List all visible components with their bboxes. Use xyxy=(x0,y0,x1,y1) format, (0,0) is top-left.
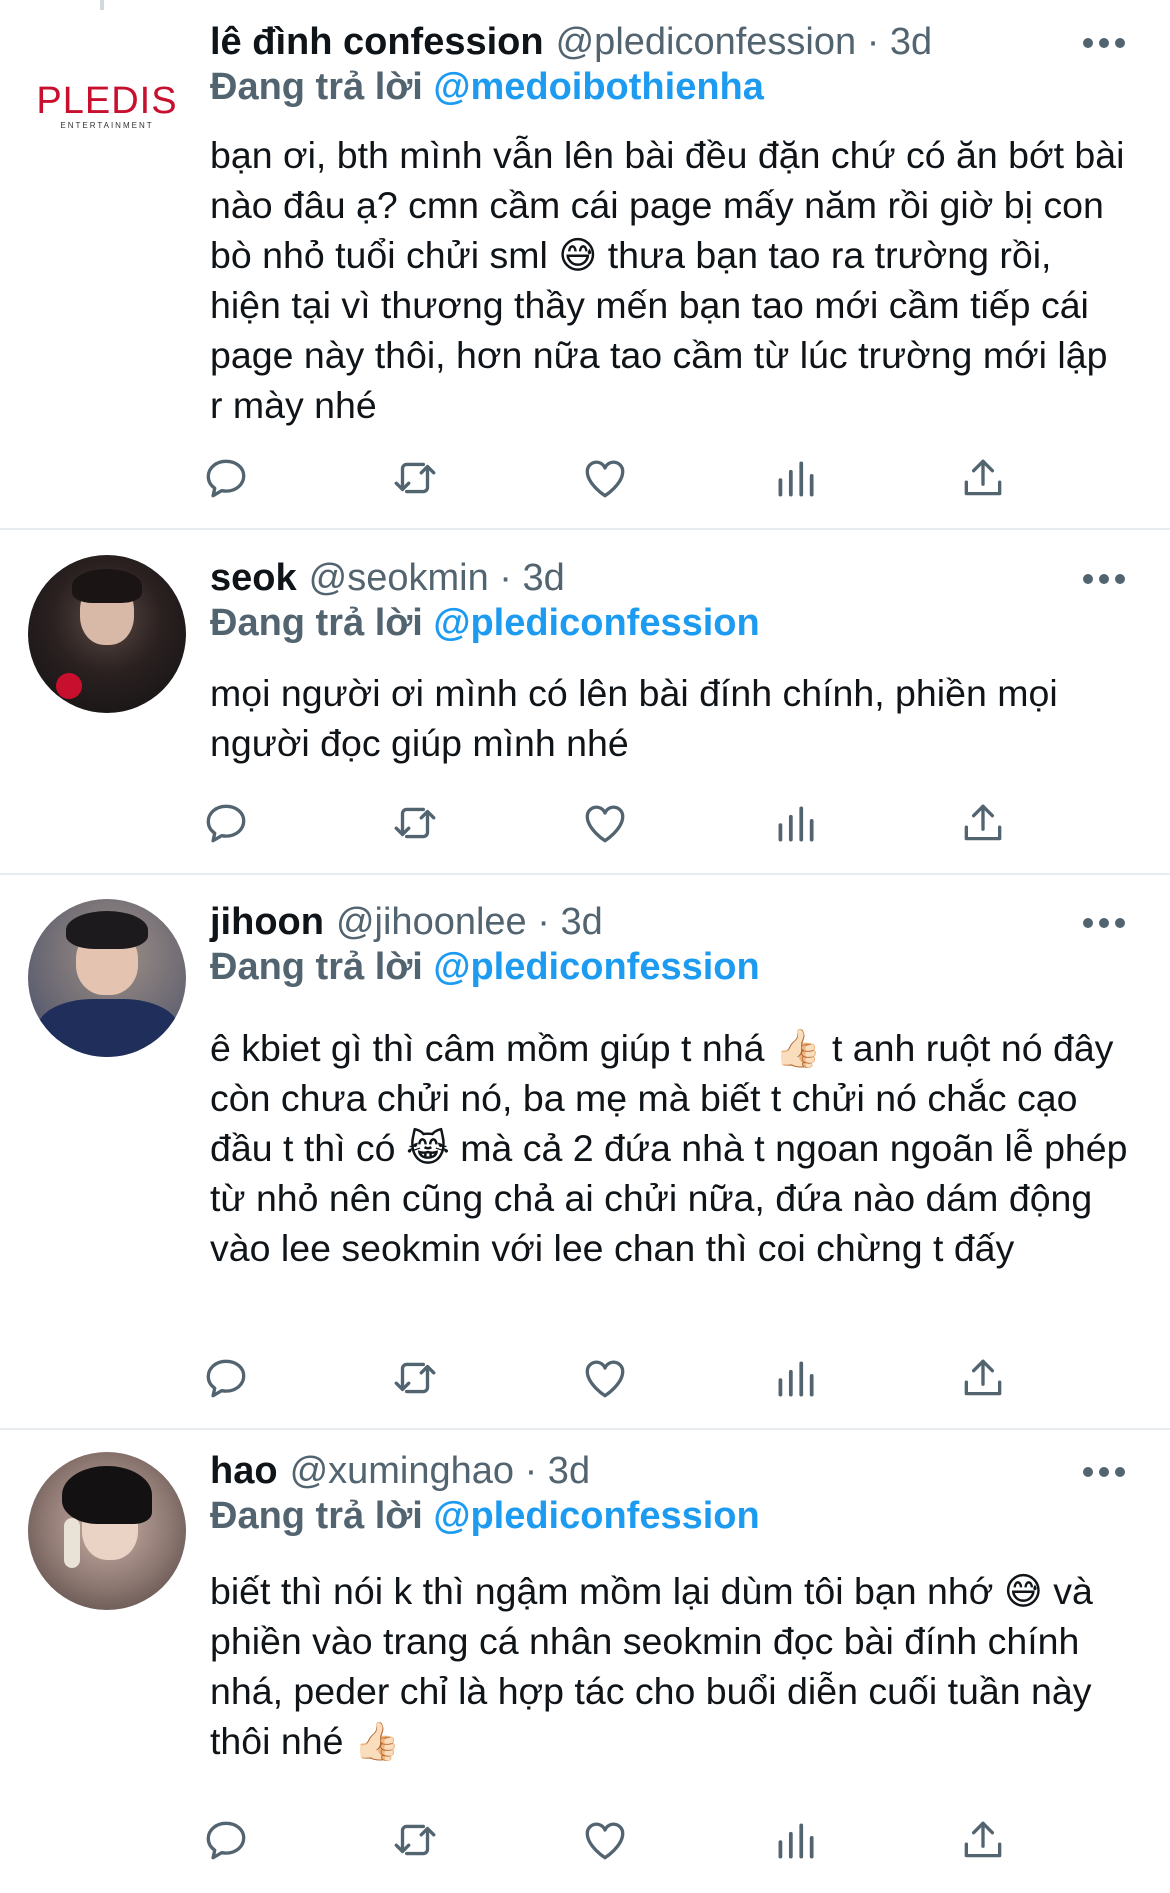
replying-label: Đang trả lời xyxy=(210,602,423,644)
tweet-text: ê kbiet gì thì câm mồm giúp t nhá 👍🏻 t a… xyxy=(210,1027,1138,1269)
pledis-logo: PLEDIS ENTERTAINMENT xyxy=(36,80,177,130)
share-icon[interactable] xyxy=(953,448,1013,508)
tweet-header: seok @seokmin · 3d xyxy=(210,548,1170,608)
tweet-3[interactable]: jihoon @jihoonlee · 3d Đang trả lời @ple… xyxy=(0,875,1170,1430)
analytics-icon[interactable] xyxy=(765,1810,825,1870)
more-icon[interactable] xyxy=(1083,569,1125,589)
analytics-icon[interactable] xyxy=(765,793,825,853)
replying-to: Đang trả lời @plediconfession xyxy=(210,946,760,989)
avatar[interactable] xyxy=(28,899,186,1057)
replying-to: Đang trả lời @plediconfession xyxy=(210,1495,760,1538)
retweet-icon[interactable] xyxy=(385,793,445,853)
avatar-clothing-shape xyxy=(38,999,178,1057)
retweet-icon[interactable] xyxy=(385,1348,445,1408)
avatar-hair-shape xyxy=(72,569,142,603)
more-icon[interactable] xyxy=(1083,1462,1125,1482)
replying-to: Đang trả lời @medoibothienha xyxy=(210,66,764,109)
reply-icon[interactable] xyxy=(196,793,256,853)
replying-to-handle[interactable]: @medoibothienha xyxy=(433,66,764,108)
pledis-logo-subtext: ENTERTAINMENT xyxy=(60,121,154,130)
pledis-logo-text: PLEDIS xyxy=(36,80,178,122)
display-name[interactable]: seok xyxy=(210,557,297,600)
reply-icon[interactable] xyxy=(196,1348,256,1408)
share-icon[interactable] xyxy=(953,793,1013,853)
analytics-icon[interactable] xyxy=(765,448,825,508)
avatar[interactable] xyxy=(28,1452,186,1610)
display-name[interactable]: jihoon xyxy=(210,901,324,944)
replying-label: Đang trả lời xyxy=(210,946,423,988)
avatar-logo-badge xyxy=(56,673,82,699)
reply-icon[interactable] xyxy=(196,448,256,508)
more-icon[interactable] xyxy=(1083,33,1125,53)
tweet-text: biết thì nói k thì ngậm mồm lại dùm tôi … xyxy=(210,1570,1104,1762)
tweet-header: jihoon @jihoonlee · 3d xyxy=(210,892,1170,952)
display-name[interactable]: lê đình confession xyxy=(210,21,544,64)
avatar-hair-shape xyxy=(62,1466,152,1524)
tweet-4[interactable]: hao @xuminghao · 3d Đang trả lời @pledic… xyxy=(0,1430,1170,1893)
avatar-hair-streak-shape xyxy=(64,1518,80,1568)
replying-to-handle[interactable]: @plediconfession xyxy=(433,946,759,988)
handle-and-time: @seokmin · 3d xyxy=(308,556,565,599)
share-icon[interactable] xyxy=(953,1348,1013,1408)
action-bar xyxy=(206,1810,1040,1870)
retweet-icon[interactable] xyxy=(385,448,445,508)
like-icon[interactable] xyxy=(575,1348,635,1408)
action-bar xyxy=(206,1348,1040,1408)
like-icon[interactable] xyxy=(575,1810,635,1870)
display-name[interactable]: hao xyxy=(210,1450,278,1493)
tweet-header: hao @xuminghao · 3d xyxy=(210,1441,1170,1501)
handle-and-time: @plediconfession · 3d xyxy=(555,20,933,63)
replying-to-handle[interactable]: @plediconfession xyxy=(433,602,759,644)
action-bar xyxy=(206,448,1040,508)
like-icon[interactable] xyxy=(575,793,635,853)
avatar[interactable]: PLEDIS ENTERTAINMENT xyxy=(28,26,186,184)
tweet-text: mọi người ơi mình có lên bài đính chính,… xyxy=(210,672,1069,764)
tweet-2[interactable]: seok @seokmin · 3d Đang trả lời @pledico… xyxy=(0,530,1170,875)
replying-to: Đang trả lời @plediconfession xyxy=(210,602,760,645)
more-icon[interactable] xyxy=(1083,913,1125,933)
analytics-icon[interactable] xyxy=(765,1348,825,1408)
action-bar xyxy=(206,793,1040,853)
reply-icon[interactable] xyxy=(196,1810,256,1870)
replying-label: Đang trả lời xyxy=(210,1495,423,1537)
avatar-hair-shape xyxy=(66,911,148,949)
tweet-text: bạn ơi, bth mình vẫn lên bài đều đặn chứ… xyxy=(210,134,1135,426)
tweet-1[interactable]: PLEDIS ENTERTAINMENT lê đình confession … xyxy=(0,0,1170,530)
handle-and-time: @xuminghao · 3d xyxy=(289,1449,591,1492)
retweet-icon[interactable] xyxy=(385,1810,445,1870)
replying-label: Đang trả lời xyxy=(210,66,423,108)
handle-and-time: @jihoonlee · 3d xyxy=(335,900,603,943)
avatar[interactable] xyxy=(28,555,186,713)
like-icon[interactable] xyxy=(575,448,635,508)
share-icon[interactable] xyxy=(953,1810,1013,1870)
tweet-header: lê đình confession @plediconfession · 3d xyxy=(210,12,1170,72)
replying-to-handle[interactable]: @plediconfession xyxy=(433,1495,759,1537)
